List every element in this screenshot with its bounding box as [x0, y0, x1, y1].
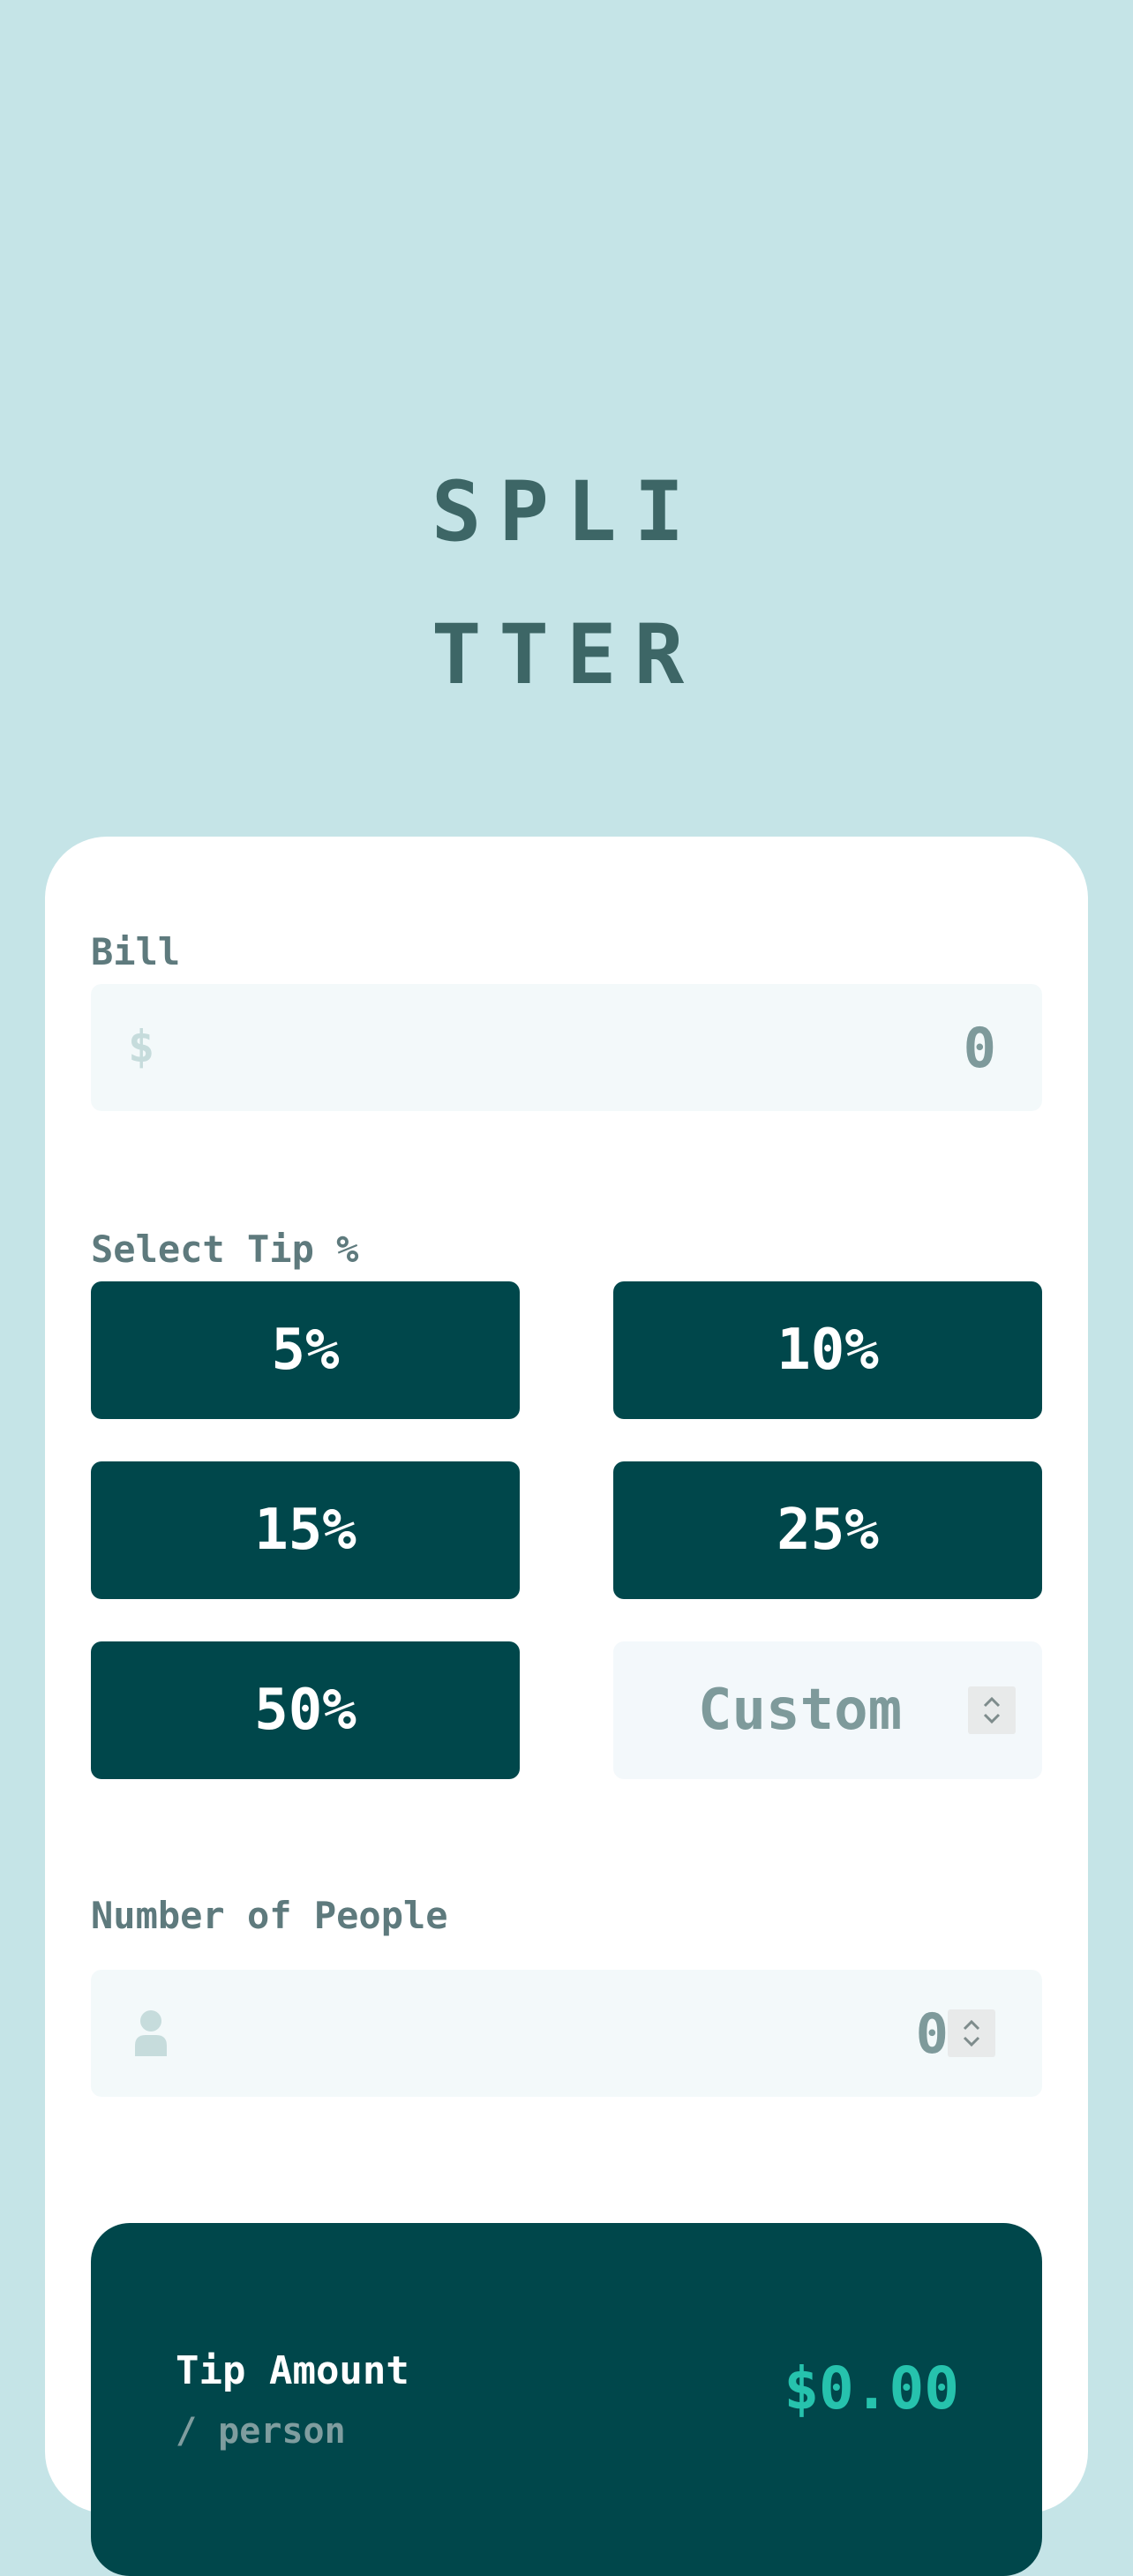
- bill-input[interactable]: $ 0: [91, 984, 1042, 1111]
- app-title-line-2: TTER: [431, 607, 702, 703]
- person-icon: [133, 2009, 169, 2060]
- bill-label: Bill: [91, 930, 181, 973]
- bill-value: 0: [963, 1016, 996, 1080]
- people-value: 0: [915, 2001, 949, 2066]
- select-tip-label: Select Tip %: [91, 1228, 359, 1271]
- custom-tip-stepper[interactable]: [968, 1686, 1016, 1734]
- per-person-label: / person: [176, 2411, 346, 2452]
- tip-15-button[interactable]: 15%: [91, 1461, 520, 1599]
- tip-25-button[interactable]: 25%: [613, 1461, 1042, 1599]
- custom-tip-input[interactable]: Custom: [613, 1641, 1042, 1779]
- custom-tip-placeholder: Custom: [698, 1678, 903, 1743]
- number-of-people-label: Number of People: [91, 1894, 448, 1937]
- result-panel: Tip Amount / person $0.00: [91, 2223, 1042, 2576]
- stepper-arrows-icon: [963, 2019, 980, 2047]
- dollar-icon: $: [128, 1021, 155, 1072]
- tip-amount-label: Tip Amount: [176, 2348, 409, 2393]
- people-stepper[interactable]: [948, 2009, 995, 2057]
- tip-amount-value: $0.00: [784, 2354, 959, 2422]
- app-title-line-1: SPLI: [431, 464, 702, 560]
- app-title: SPLI TTER: [0, 441, 1133, 727]
- tip-5-button[interactable]: 5%: [91, 1281, 520, 1419]
- tip-50-button[interactable]: 50%: [91, 1641, 520, 1779]
- tip-10-button[interactable]: 10%: [613, 1281, 1042, 1419]
- stepper-arrows-icon: [983, 1696, 1001, 1724]
- people-input[interactable]: 0: [91, 1970, 1042, 2097]
